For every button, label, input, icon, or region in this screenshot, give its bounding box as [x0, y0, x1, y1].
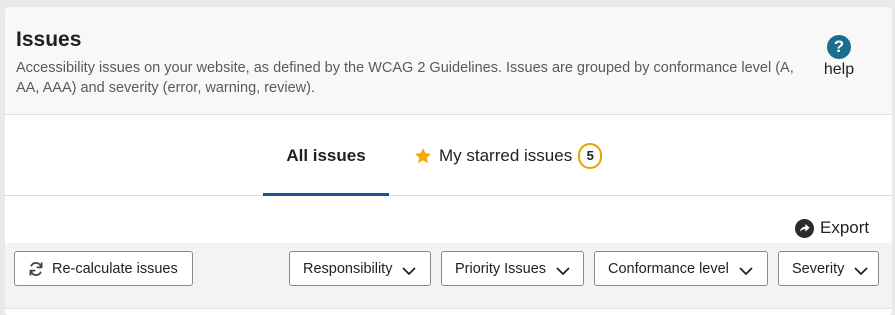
responsibility-dropdown[interactable]: Responsibility [289, 251, 431, 286]
recalculate-issues-button[interactable]: Re-calculate issues [14, 251, 193, 286]
question-circle-icon: ? [827, 35, 851, 59]
issue-tabs: All issues My starred issues 5 [5, 116, 892, 196]
chevron-down-icon [739, 264, 753, 275]
refresh-icon [28, 261, 44, 277]
severity-label: Severity [792, 260, 845, 277]
conformance-level-dropdown[interactable]: Conformance level [594, 251, 768, 286]
tab-my-starred-issues[interactable]: My starred issues 5 [413, 116, 603, 196]
active-tab-indicator [263, 193, 389, 196]
export-label: Export [820, 218, 870, 237]
page-header: Issues Accessibility issues on your webs… [5, 7, 892, 115]
share-arrow-icon [795, 218, 814, 238]
chevron-down-icon [854, 264, 868, 275]
page-title: Issues [16, 28, 82, 51]
tab-all-issues[interactable]: All issues [263, 116, 389, 196]
conformance-level-label: Conformance level [608, 260, 729, 277]
chevron-down-icon [402, 264, 416, 275]
page-description: Accessibility issues on your website, as… [16, 60, 794, 96]
priority-issues-label: Priority Issues [455, 260, 547, 277]
export-button[interactable]: Export [795, 216, 869, 240]
filter-toolbar: Re-calculate issues Responsibility Prior… [5, 243, 892, 309]
tab-all-issues-label: All issues [286, 146, 366, 165]
star-icon [413, 146, 433, 166]
help-button[interactable]: ? help [815, 35, 863, 79]
responsibility-label: Responsibility [303, 260, 393, 277]
starred-count-badge: 5 [578, 143, 603, 169]
severity-dropdown[interactable]: Severity [778, 251, 879, 286]
issues-panel: Issues Accessibility issues on your webs… [5, 7, 892, 315]
chevron-down-icon [556, 264, 570, 275]
tab-my-starred-issues-label: My starred issues [439, 146, 573, 165]
help-label: help [823, 61, 855, 78]
recalculate-issues-label: Re-calculate issues [52, 260, 178, 277]
priority-issues-dropdown[interactable]: Priority Issues [441, 251, 584, 286]
